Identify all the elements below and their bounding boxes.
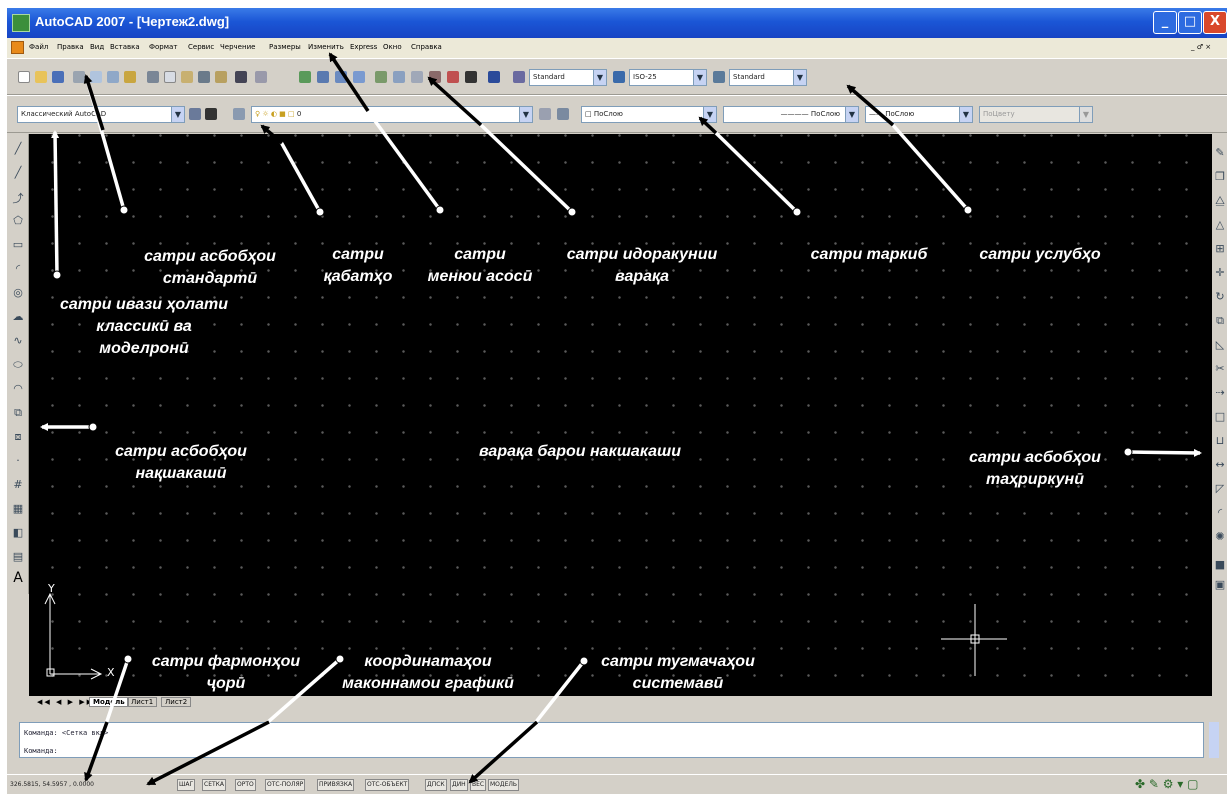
label-layers-toolbar: сатри қабатҳо [323,246,393,285]
label-status-buttons: сатри тугмачаҳои системавӣ [601,653,755,692]
label-workspace: сатри ивази ҳолати классикӣ ва моделронӣ [59,296,229,357]
label-standard-toolbar: сатри асбобҳои стандартӣ [144,248,276,287]
label-main-menu: сатри менюи асосӣ [427,246,533,285]
label-drawing-area: варақа барои накшакаши [478,443,682,460]
label-modify-toolbar: сатри асбобҳои таҳриркунӣ [969,449,1101,488]
label-coordinates: координатаҳои маконнамои графикӣ [342,653,514,692]
label-properties-toolbar: сатри таркиб [810,246,928,263]
label-draw-toolbar: сатри асбобҳои нақшакашӣ [115,443,247,482]
label-command-line: сатри фармонҳои ҷорӣ [151,653,301,692]
label-styles-toolbar: сатри услубҳо [979,246,1101,263]
annotation-labels: сатри асбобҳои стандартӣ сатри қабатҳо сат… [0,0,1227,794]
label-sheet-control: сатри идоракунии варақа [566,246,718,285]
